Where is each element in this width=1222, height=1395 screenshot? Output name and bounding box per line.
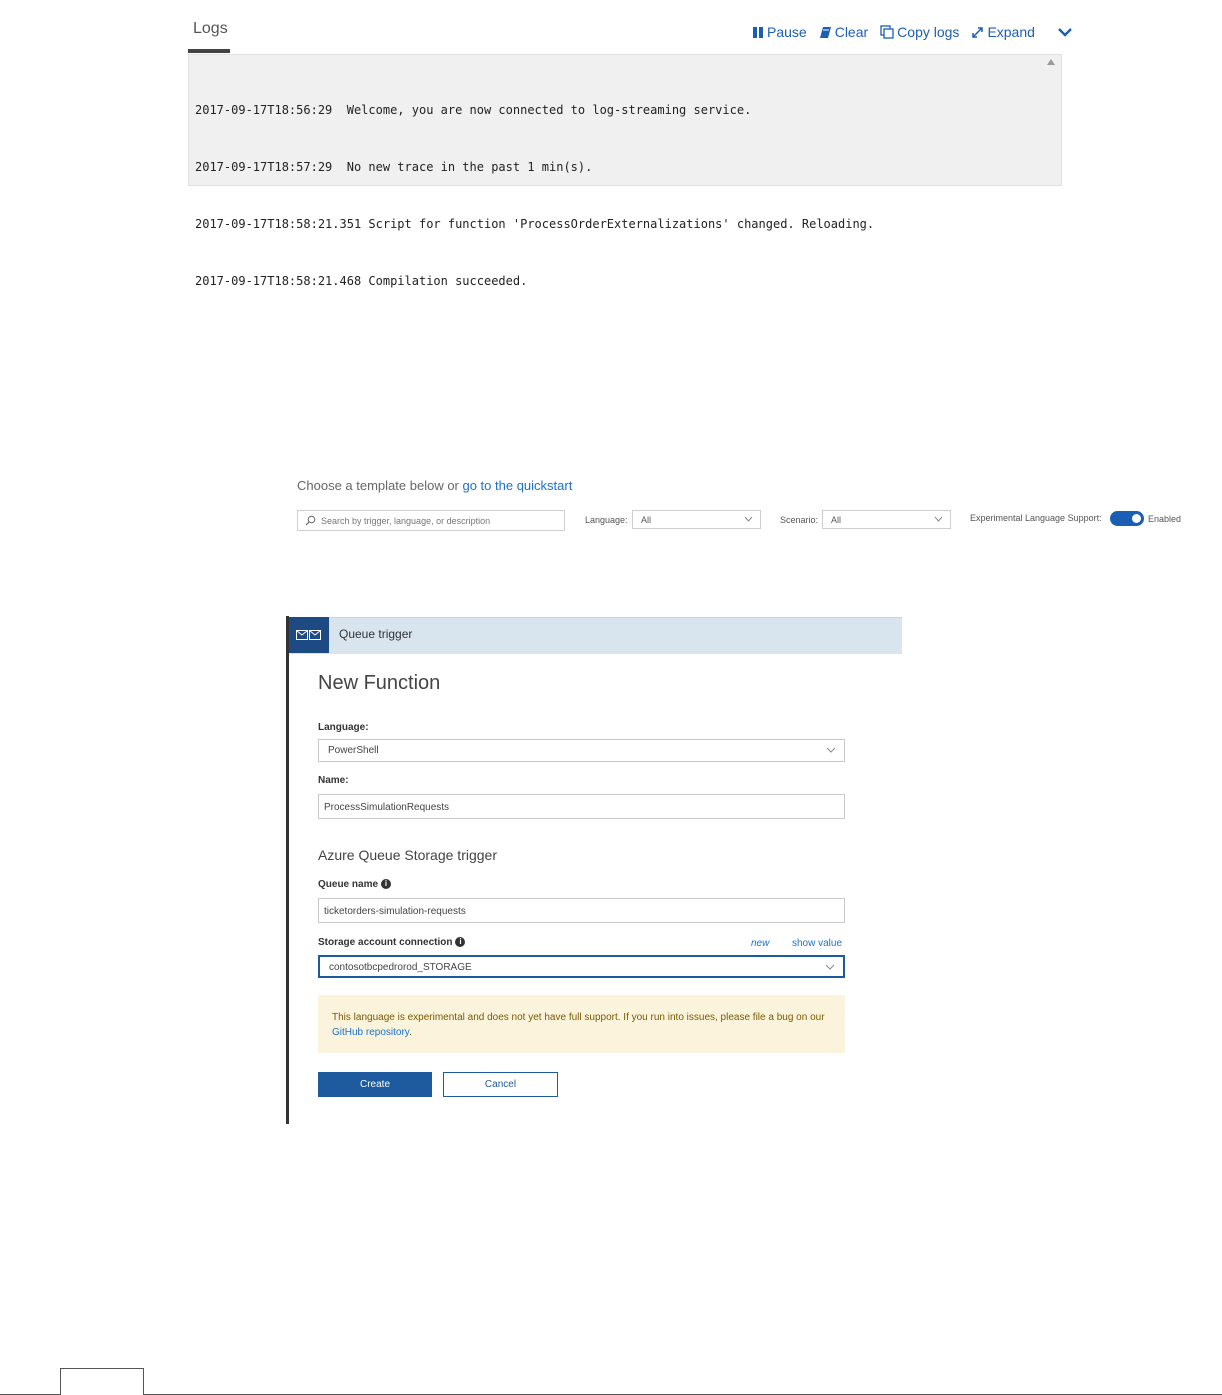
chevron-down-icon <box>934 516 943 522</box>
expand-button[interactable]: Expand <box>971 24 1035 40</box>
warning-message: This language is experimental and does n… <box>332 1012 825 1023</box>
name-value: ProcessSimulationRequests <box>324 802 450 813</box>
logs-tab[interactable]: Logs <box>193 20 228 38</box>
log-lines: 2017-09-17T18:56:29 Welcome, you are now… <box>195 63 874 329</box>
language-filter-select[interactable]: All <box>632 510 761 529</box>
log-line: 2017-09-17T18:58:21.351 Script for funct… <box>195 217 875 231</box>
trigger-section-title: Azure Queue Storage trigger <box>318 847 497 863</box>
experimental-language-toggle[interactable] <box>1110 511 1144 526</box>
chevron-down-icon <box>1058 28 1072 37</box>
warning-text: This language is experimental and does n… <box>332 1010 832 1040</box>
chevron-down-icon <box>826 747 836 753</box>
language-value: PowerShell <box>328 745 379 756</box>
quickstart-link[interactable]: go to the quickstart <box>462 478 572 493</box>
scroll-up-arrow[interactable] <box>1047 59 1055 65</box>
queue-name-value: ticketorders-simulation-requests <box>324 906 466 917</box>
queue-envelope-icon <box>296 630 321 640</box>
clear-label: Clear <box>834 24 869 40</box>
scenario-filter-value: All <box>831 515 842 525</box>
chevron-down-icon <box>744 516 753 522</box>
queue-name-label-text: Queue name <box>318 879 379 890</box>
storage-new-link[interactable]: new <box>751 938 769 949</box>
info-icon[interactable]: i <box>455 937 466 948</box>
experimental-warning: This language is experimental and does n… <box>318 995 845 1053</box>
scenario-filter-select[interactable]: All <box>822 510 951 529</box>
github-repository-link[interactable]: GitHub repository <box>332 1027 409 1038</box>
panel-title: Queue trigger <box>339 627 413 641</box>
collapse-chevron-button[interactable] <box>1057 26 1073 38</box>
queue-name-input[interactable]: ticketorders-simulation-requests <box>318 898 845 923</box>
scenario-filter-label: Scenario: <box>780 515 819 525</box>
experimental-language-state: Enabled <box>1148 514 1182 524</box>
template-heading: Choose a template below or go to the qui… <box>297 478 572 493</box>
logs-tab-underline <box>188 49 230 53</box>
queue-name-label: Queue name i <box>318 879 392 890</box>
copy-logs-label: Copy logs <box>897 24 960 40</box>
create-button[interactable]: Create <box>318 1072 432 1097</box>
log-line: 2017-09-17T18:56:29 Welcome, you are now… <box>195 103 752 117</box>
storage-connection-value: contosotbcpedrorod_STORAGE <box>329 962 472 973</box>
experimental-language-label: Experimental Language Support: <box>970 513 1102 523</box>
expand-icon <box>972 26 984 38</box>
pause-icon <box>753 26 763 38</box>
info-icon[interactable]: i <box>381 879 392 890</box>
clear-button[interactable]: Clear <box>819 24 868 40</box>
log-output: 2017-09-17T18:56:29 Welcome, you are now… <box>188 54 1062 288</box>
language-filter-value: All <box>641 515 652 525</box>
new-function-title: New Function <box>318 672 441 694</box>
storage-connection-label: Storage account connection i <box>318 937 466 948</box>
expand-label: Expand <box>987 24 1035 40</box>
storage-connection-select[interactable]: contosotbcpedrorod_STORAGE <box>318 955 845 978</box>
toggle-knob <box>1132 514 1141 523</box>
storage-connection-label-text: Storage account connection <box>318 937 453 948</box>
queue-trigger-icon-box <box>289 617 329 653</box>
language-select[interactable]: PowerShell <box>318 739 845 762</box>
search-placeholder: Search by trigger, language, or descript… <box>321 516 491 526</box>
template-search-input[interactable]: Search by trigger, language, or descript… <box>297 510 565 531</box>
template-heading-text: Choose a template below or <box>297 478 463 493</box>
page-number-tab <box>60 1368 144 1395</box>
language-filter-label: Language: <box>585 515 628 525</box>
search-icon <box>305 515 316 526</box>
warning-end: . <box>409 1027 412 1038</box>
name-input[interactable]: ProcessSimulationRequests <box>318 794 845 819</box>
copy-logs-button[interactable]: Copy logs <box>880 24 959 40</box>
name-label: Name: <box>318 775 349 786</box>
log-line: 2017-09-17T18:57:29 No new trace in the … <box>195 160 593 174</box>
storage-show-value-link[interactable]: show value <box>792 938 842 949</box>
eraser-icon <box>819 26 831 38</box>
pause-button[interactable]: Pause <box>752 24 807 40</box>
chevron-down-icon <box>825 964 835 970</box>
log-line: 2017-09-17T18:58:21.468 Compilation succ… <box>195 274 528 288</box>
cancel-button[interactable]: Cancel <box>443 1072 558 1097</box>
language-label: Language: <box>318 722 369 733</box>
pause-label: Pause <box>767 24 807 40</box>
panel-left-border <box>286 616 289 1124</box>
logs-toolbar: Pause Clear Copy logs Expand <box>752 21 1073 43</box>
copy-icon <box>880 25 894 39</box>
